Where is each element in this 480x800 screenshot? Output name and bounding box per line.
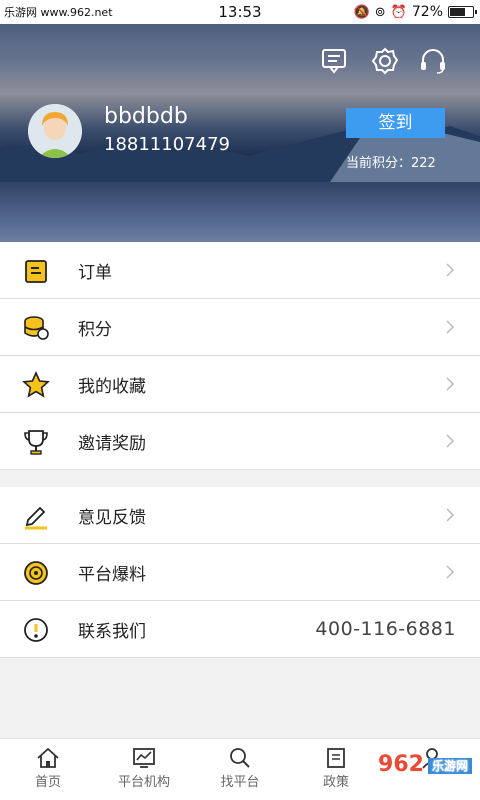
profile-header: bbdbdb 18811107479 签到 当前积分：222 bbox=[0, 24, 480, 242]
chevron-right-icon bbox=[446, 508, 455, 522]
battery-percent: 72% bbox=[411, 4, 443, 20]
tab-label: 找平台 bbox=[220, 775, 260, 790]
chart-icon bbox=[133, 748, 155, 768]
menu-label: 我的收藏 bbox=[78, 376, 146, 397]
username: bbdbdb bbox=[104, 104, 188, 129]
status-indicators: 🔕 ⊚ ⏰ 72% bbox=[353, 4, 477, 20]
search-icon bbox=[230, 748, 250, 768]
edit-icon bbox=[22, 502, 50, 530]
disc-icon bbox=[22, 559, 50, 587]
chevron-right-icon bbox=[446, 434, 455, 448]
chevron-right-icon bbox=[446, 263, 455, 277]
menu-label: 平台爆料 bbox=[78, 564, 146, 585]
menu-label: 订单 bbox=[78, 262, 112, 283]
tab-find-platform[interactable]: 找平台 bbox=[192, 739, 288, 800]
watermark-sub: 乐游网 bbox=[427, 757, 472, 774]
lock-rotation-icon: ⊚ bbox=[374, 4, 386, 20]
menu-item-feedback[interactable]: 意见反馈 bbox=[0, 487, 480, 544]
menu-item-invite[interactable]: 邀请奖励 bbox=[0, 413, 480, 470]
chevron-right-icon bbox=[446, 565, 455, 579]
menu-group-support: 意见反馈 平台爆料 联系我们 400-116-6881 bbox=[0, 487, 480, 658]
tab-label: 政策 bbox=[322, 775, 349, 790]
menu-label: 邀请奖励 bbox=[78, 433, 146, 454]
phone-number: 18811107479 bbox=[104, 134, 230, 155]
document-icon bbox=[327, 748, 345, 768]
settings-icon[interactable] bbox=[368, 44, 402, 78]
tab-home[interactable]: 首页 bbox=[0, 739, 96, 800]
avatar[interactable] bbox=[28, 104, 82, 158]
tab-policy[interactable]: 政策 bbox=[288, 739, 384, 800]
menu-label: 意见反馈 bbox=[78, 507, 146, 528]
signin-button[interactable]: 签到 bbox=[346, 108, 445, 138]
alarm-icon: ⏰ bbox=[390, 4, 407, 20]
home-icon bbox=[37, 747, 59, 768]
star-icon bbox=[22, 371, 50, 399]
menu-item-points[interactable]: 积分 bbox=[0, 299, 480, 356]
tab-label: 首页 bbox=[34, 775, 61, 790]
menu-item-contact[interactable]: 联系我们 400-116-6881 bbox=[0, 601, 480, 658]
chevron-right-icon bbox=[446, 320, 455, 334]
chevron-right-icon bbox=[446, 377, 455, 391]
status-bar: 乐游网 www.962.net 13:53 🔕 ⊚ ⏰ 72% bbox=[0, 0, 480, 24]
menu-group-account: 订单 积分 我的收藏 邀请奖励 bbox=[0, 242, 480, 470]
message-icon[interactable] bbox=[317, 44, 351, 78]
alert-icon bbox=[22, 616, 50, 644]
watermark-site-text: 乐游网 www.962.net bbox=[4, 6, 113, 19]
menu-item-favorites[interactable]: 我的收藏 bbox=[0, 356, 480, 413]
tab-label: 平台机构 bbox=[117, 775, 170, 790]
contact-phone[interactable]: 400-116-6881 bbox=[315, 618, 456, 640]
trophy-icon bbox=[22, 428, 50, 456]
menu-label: 联系我们 bbox=[78, 621, 146, 642]
watermark-logo: 962 乐游网 bbox=[378, 752, 472, 777]
menu-item-report[interactable]: 平台爆料 bbox=[0, 544, 480, 601]
watermark-brand: 962 bbox=[378, 752, 424, 777]
order-icon bbox=[22, 257, 50, 285]
mute-icon: 🔕 bbox=[353, 4, 370, 20]
menu-label: 积分 bbox=[78, 319, 112, 340]
tab-platforms[interactable]: 平台机构 bbox=[96, 739, 192, 800]
menu-item-order[interactable]: 订单 bbox=[0, 242, 480, 299]
battery-icon bbox=[448, 6, 477, 18]
coins-icon bbox=[22, 314, 50, 342]
headset-icon[interactable] bbox=[416, 44, 450, 78]
snow-ground bbox=[0, 182, 480, 242]
points-text: 当前积分：222 bbox=[346, 156, 436, 171]
